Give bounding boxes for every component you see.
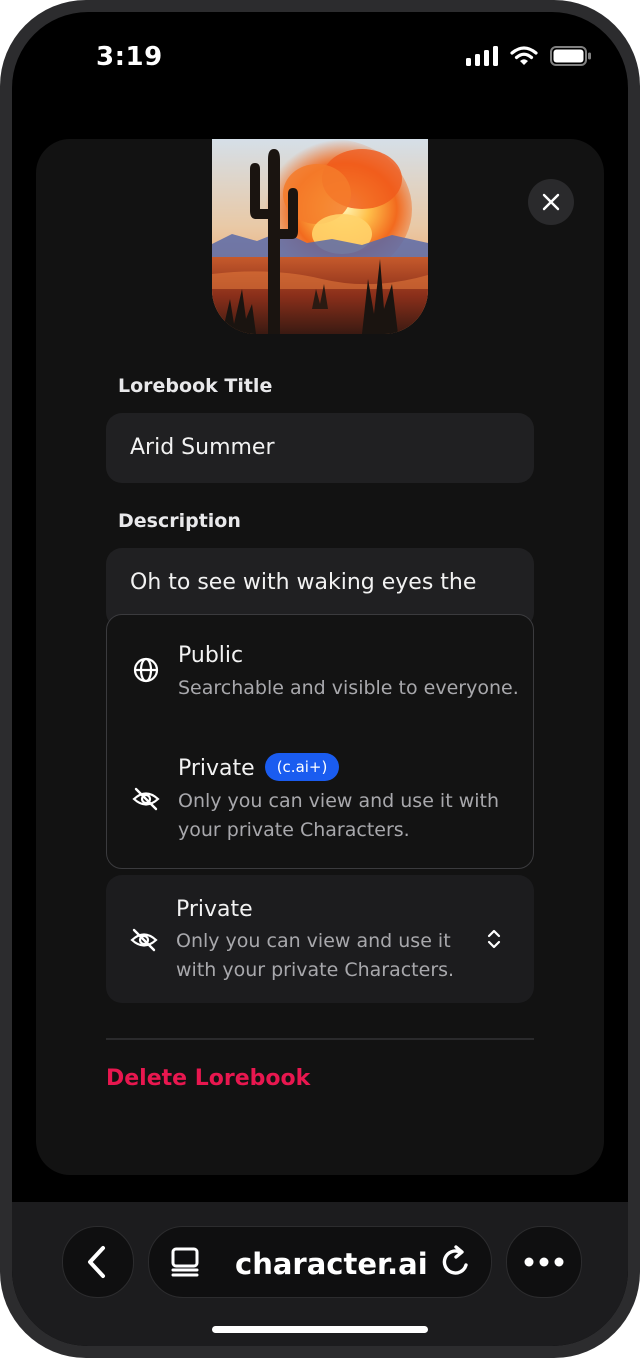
lorebook-cover-image[interactable] — [212, 139, 428, 334]
cai-plus-badge: (c.ai+) — [264, 753, 340, 781]
home-indicator — [212, 1326, 428, 1333]
option-public-title: Public — [178, 643, 244, 668]
divider — [106, 1038, 534, 1040]
chevron-up-down-icon — [487, 929, 501, 949]
selected-visibility-description: Only you can view and use it with your p… — [176, 930, 455, 981]
eye-off-icon — [130, 928, 158, 952]
option-public-description: Searchable and visible to everyone. — [178, 677, 519, 699]
screen: 3:19 Lorebook Title Arid Summer Descript… — [12, 12, 628, 1346]
status-time: 3:19 — [96, 42, 163, 72]
close-button[interactable] — [528, 179, 574, 225]
description-label: Description — [118, 510, 241, 532]
chevron-left-icon — [88, 1246, 105, 1278]
address-bar[interactable]: character.ai — [148, 1226, 492, 1298]
phone-frame: 3:19 Lorebook Title Arid Summer Descript… — [0, 0, 640, 1358]
visibility-dropdown-menu: Public Searchable and visible to everyon… — [106, 614, 534, 869]
lorebook-title-input[interactable]: Arid Summer — [106, 413, 534, 483]
wifi-icon — [510, 46, 538, 65]
lorebook-title-label: Lorebook Title — [118, 375, 273, 397]
globe-icon — [133, 657, 159, 683]
status-icons — [466, 46, 592, 66]
visibility-option-public[interactable]: Public Searchable and visible to everyon… — [107, 615, 533, 725]
tabs-icon — [171, 1247, 199, 1277]
back-button[interactable] — [62, 1226, 134, 1298]
eye-off-icon — [132, 787, 160, 811]
close-icon — [542, 193, 560, 211]
option-private-title: Private — [178, 756, 255, 781]
browser-toolbar: character.ai — [12, 1202, 628, 1346]
reload-icon[interactable] — [441, 1245, 473, 1279]
delete-lorebook-button[interactable]: Delete Lorebook — [106, 1066, 310, 1091]
more-options-button[interactable] — [506, 1226, 582, 1298]
lorebook-title-value: Arid Summer — [130, 435, 275, 460]
battery-icon — [550, 46, 591, 66]
visibility-option-private[interactable]: Private (c.ai+) Only you can view and use… — [107, 733, 533, 863]
url-text: character.ai — [235, 1247, 428, 1281]
more-icon — [524, 1257, 564, 1267]
visibility-select[interactable]: Private Only you can view and use it wit… — [106, 875, 534, 1003]
option-private-description: Only you can view and use it with your p… — [178, 790, 500, 841]
selected-visibility-title: Private — [176, 897, 253, 922]
description-value: Oh to see with waking eyes the — [130, 570, 477, 595]
signal-icon — [466, 46, 498, 66]
lorebook-sheet: Lorebook Title Arid Summer Description O… — [36, 139, 604, 1175]
